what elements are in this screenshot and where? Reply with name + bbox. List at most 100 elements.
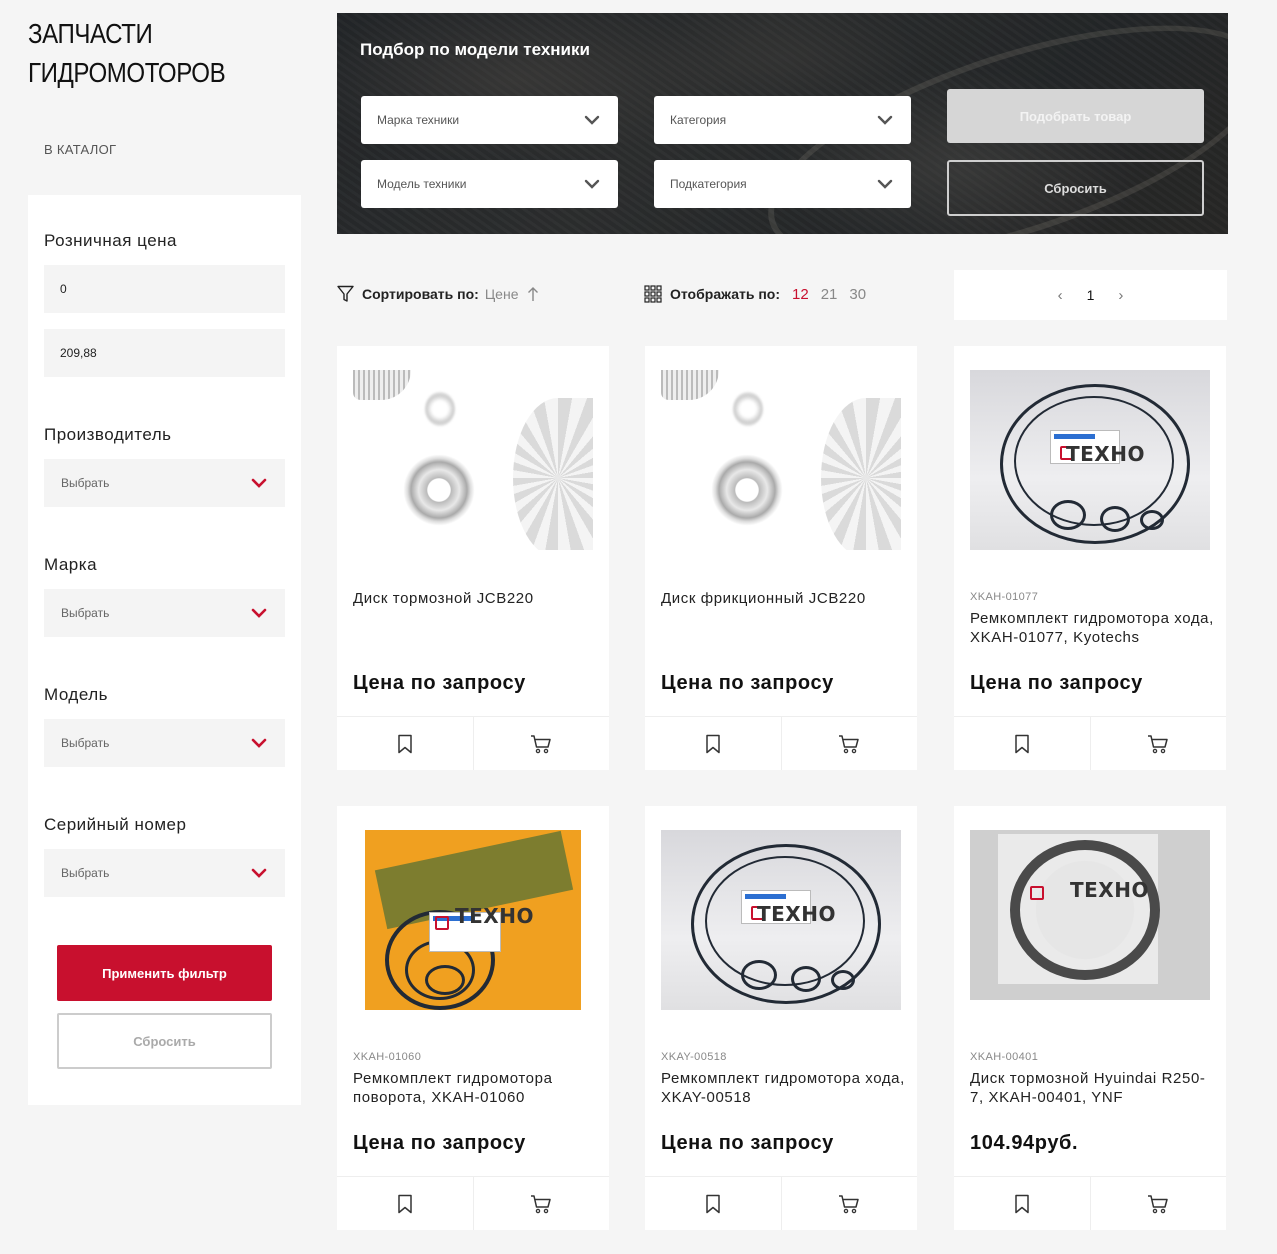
product-actions [337, 1176, 609, 1230]
add-to-cart-button[interactable] [782, 1177, 918, 1230]
add-to-favorites-button[interactable] [645, 717, 782, 770]
product-sku: XKAY-00518 [661, 1051, 727, 1063]
model-label: Модель [44, 685, 109, 704]
banner-title: Подбор по модели техники [360, 40, 590, 59]
product-image-wrap[interactable]: ТЕХНО [970, 830, 1210, 1010]
manufacturer-select[interactable]: Выбрать [44, 459, 285, 507]
product-card[interactable]: Диск фрикционный JCB220 Цена по запросу [645, 346, 917, 770]
filter-panel: Розничная цена Производитель Выбрать Мар… [28, 195, 301, 1105]
product-price: Цена по запросу [353, 1132, 526, 1154]
sort-control[interactable]: Сортировать по: Цене [337, 282, 539, 306]
cart-icon [531, 1194, 551, 1213]
add-to-cart-button[interactable] [782, 717, 918, 770]
add-to-cart-button[interactable] [474, 1177, 610, 1230]
product-name[interactable]: Диск тормозной JCB220 [353, 589, 598, 608]
product-image-wrap[interactable] [661, 370, 901, 550]
pick-product-button[interactable]: Подобрать товар [947, 89, 1204, 143]
product-card[interactable]: Диск тормозной JCB220 Цена по запросу [337, 346, 609, 770]
category-select[interactable]: Категория [654, 96, 911, 144]
product-name[interactable]: Диск тормозной Hyuindai R250-7, XKAH-004… [970, 1069, 1215, 1107]
brand-label: Марка [44, 555, 98, 574]
pagination: ‹ 1 › [954, 270, 1227, 320]
equipment-model-placeholder: Модель техники [377, 177, 467, 191]
bookmark-icon [706, 734, 720, 753]
product-card[interactable]: ТЕХНО XKAY-00518 Ремкомплект гидромотора… [645, 806, 917, 1230]
product-image-wrap[interactable]: ТЕХНО [353, 830, 593, 1010]
product-name[interactable]: Ремкомплект гидромотора хода, XKAY-00518 [661, 1069, 906, 1107]
product-name[interactable]: Ремкомплект гидромотора хода, XKAH-01077… [970, 609, 1215, 647]
product-card[interactable]: ТЕХНО XKAH-01060 Ремкомплект гидромотора… [337, 806, 609, 1230]
product-price: 104.94руб. [970, 1132, 1079, 1154]
add-to-favorites-button[interactable] [337, 1177, 474, 1230]
product-image[interactable]: ТЕХНО [661, 830, 901, 1010]
manufacturer-select-value: Выбрать [61, 476, 110, 490]
chevron-down-icon [584, 115, 600, 125]
sort-value[interactable]: Цене [485, 286, 519, 302]
bookmark-icon [706, 1194, 720, 1213]
cart-icon [1148, 734, 1168, 753]
bookmark-icon [1015, 734, 1029, 753]
category-placeholder: Категория [670, 113, 727, 127]
equipment-brand-select[interactable]: Марка техники [361, 96, 618, 144]
add-to-cart-button[interactable] [1091, 717, 1227, 770]
catalog-link[interactable]: В КАТАЛОГ [44, 142, 116, 157]
chevron-down-icon [251, 868, 267, 878]
model-picker-banner: Подбор по модели техники Марка техники К… [337, 13, 1228, 234]
add-to-favorites-button[interactable] [954, 1177, 1091, 1230]
cart-icon [839, 734, 859, 753]
product-image[interactable] [353, 370, 593, 550]
product-image[interactable]: ТЕХНО [970, 830, 1210, 1000]
subcategory-select[interactable]: Подкатегория [654, 160, 911, 208]
display-count-option-30[interactable]: 30 [849, 286, 866, 303]
serial-label: Серийный номер [44, 815, 187, 834]
product-card[interactable]: ТЕХНО XKAH-01077 Ремкомплект гидромотора… [954, 346, 1226, 770]
display-count-control: Отображать по: 12 21 30 [644, 282, 878, 306]
add-to-cart-button[interactable] [474, 717, 610, 770]
cart-icon [1148, 1194, 1168, 1213]
add-to-cart-button[interactable] [1091, 1177, 1227, 1230]
product-name[interactable]: Диск фрикционный JCB220 [661, 589, 906, 608]
serial-select[interactable]: Выбрать [44, 849, 285, 897]
next-page-icon[interactable]: › [1118, 287, 1123, 304]
brand-select[interactable]: Выбрать [44, 589, 285, 637]
product-sku: XKAH-01077 [970, 591, 1039, 603]
banner-reset-button[interactable]: Сбросить [947, 160, 1204, 216]
cart-icon [531, 734, 551, 753]
product-image-wrap[interactable] [353, 370, 593, 550]
add-to-favorites-button[interactable] [954, 717, 1091, 770]
product-sku: XKAH-01060 [353, 1051, 422, 1063]
sort-label: Сортировать по: [362, 286, 479, 302]
chevron-down-icon [251, 608, 267, 618]
product-image-wrap[interactable]: ТЕХНО [661, 830, 901, 1010]
arrow-up-icon[interactable] [527, 286, 539, 302]
reset-filter-button[interactable]: Сбросить [57, 1013, 272, 1069]
display-count-label: Отображать по: [670, 286, 781, 302]
display-count-option-21[interactable]: 21 [821, 286, 838, 303]
display-count-option-12[interactable]: 12 [792, 286, 809, 303]
chevron-down-icon [251, 738, 267, 748]
bookmark-icon [398, 1194, 412, 1213]
current-page[interactable]: 1 [1087, 287, 1095, 303]
product-image-wrap[interactable]: ТЕХНО [970, 370, 1210, 550]
add-to-favorites-button[interactable] [337, 717, 474, 770]
price-min-input[interactable] [44, 265, 285, 313]
product-card[interactable]: ТЕХНО XKAH-00401 Диск тормозной Hyuindai… [954, 806, 1226, 1230]
chevron-down-icon [584, 179, 600, 189]
subcategory-placeholder: Подкатегория [670, 177, 747, 191]
cart-icon [839, 1194, 859, 1213]
product-image[interactable]: ТЕХНО [365, 830, 581, 1010]
add-to-favorites-button[interactable] [645, 1177, 782, 1230]
product-name[interactable]: Ремкомплект гидромотора поворота, XKAH-0… [353, 1069, 598, 1107]
prev-page-icon[interactable]: ‹ [1058, 287, 1063, 304]
product-image[interactable] [661, 370, 901, 550]
apply-filter-button[interactable]: Применить фильтр [57, 945, 272, 1001]
product-price: Цена по запросу [661, 672, 834, 694]
bookmark-icon [1015, 1194, 1029, 1213]
product-image[interactable]: ТЕХНО [970, 370, 1210, 550]
chevron-down-icon [877, 179, 893, 189]
model-select[interactable]: Выбрать [44, 719, 285, 767]
model-select-value: Выбрать [61, 736, 110, 750]
equipment-model-select[interactable]: Модель техники [361, 160, 618, 208]
product-price: Цена по запросу [353, 672, 526, 694]
price-max-input[interactable] [44, 329, 285, 377]
